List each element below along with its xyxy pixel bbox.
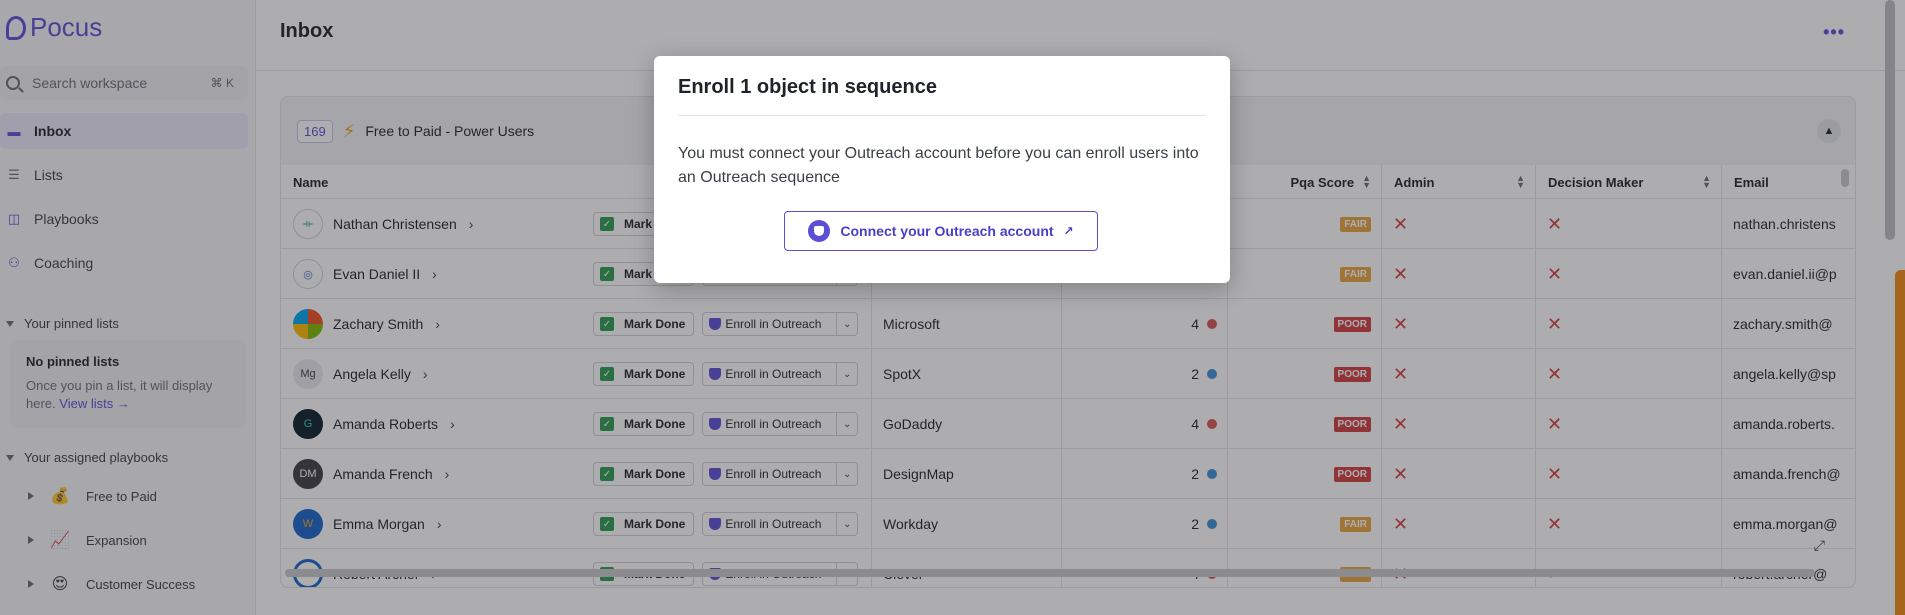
external-link-icon: ↗ — [1063, 224, 1074, 238]
connect-outreach-button[interactable]: Connect your Outreach account ↗ — [784, 211, 1098, 251]
enroll-modal: Enroll 1 object in sequence You must con… — [654, 56, 1230, 283]
outreach-icon — [808, 220, 831, 242]
modal-body: You must connect your Outreach account b… — [678, 145, 1199, 186]
modal-title: Enroll 1 object in sequence — [678, 76, 1206, 116]
modal-backdrop[interactable]: Enroll 1 object in sequence You must con… — [0, 0, 1905, 615]
connect-button-label: Connect your Outreach account — [840, 223, 1054, 239]
